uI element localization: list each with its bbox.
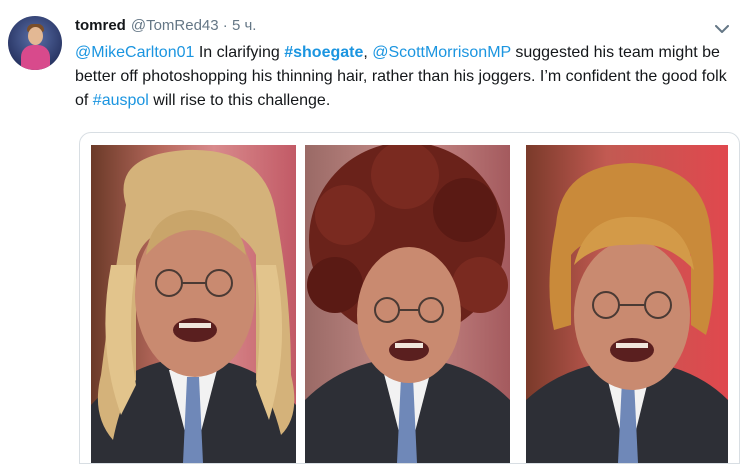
separator-dot: · <box>222 17 228 34</box>
hashtag-link[interactable]: #shoegate <box>284 44 363 61</box>
photo-2-illustration <box>305 145 510 463</box>
media-grid <box>79 132 740 464</box>
photo-1-illustration <box>91 149 296 463</box>
mention-link[interactable]: @ScottMorrisonMP <box>372 44 511 61</box>
avatar-body <box>21 45 50 70</box>
avatar[interactable] <box>8 16 62 70</box>
photo-2[interactable] <box>305 145 510 463</box>
photo-3[interactable] <box>526 145 728 463</box>
timestamp[interactable]: 5 ч. <box>232 17 257 34</box>
chevron-down-icon[interactable] <box>714 22 730 36</box>
tweet-text: @MikeCarlton01 In clarifying #shoegate, … <box>75 41 730 113</box>
hashtag-link[interactable]: #auspol <box>93 92 149 109</box>
tweet-text-segment: , <box>363 44 373 61</box>
tweet-header: tomred @TomRed43 · 5 ч. <box>75 17 256 34</box>
photo-1[interactable] <box>91 145 296 463</box>
display-name[interactable]: tomred <box>75 17 126 34</box>
tweet-text-segment: In clarifying <box>194 44 285 61</box>
avatar-face <box>28 27 43 45</box>
photo-3-illustration <box>526 163 728 463</box>
tweet-text-segment: will rise to this challenge. <box>148 92 331 109</box>
user-handle[interactable]: @TomRed43 <box>131 17 219 34</box>
tweet: tomred @TomRed43 · 5 ч. @MikeCarlton01 In… <box>0 0 740 464</box>
mention-link[interactable]: @MikeCarlton01 <box>75 44 194 61</box>
